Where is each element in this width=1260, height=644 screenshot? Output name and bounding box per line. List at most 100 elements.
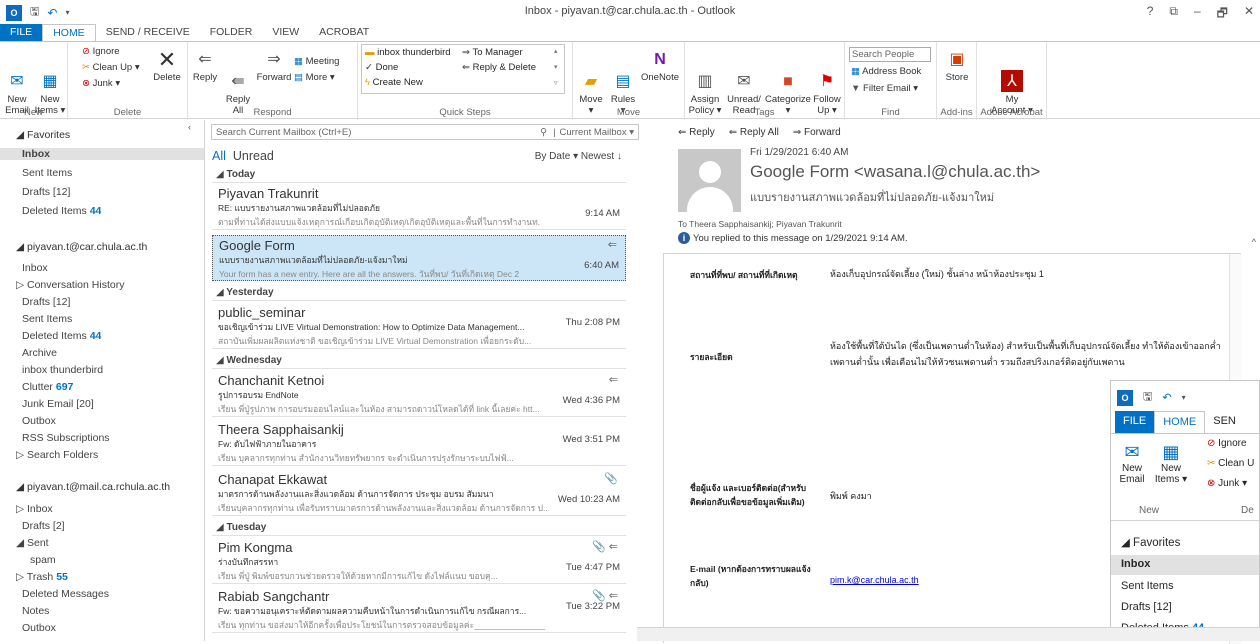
account2-drafts[interactable]: Drafts [2] bbox=[22, 520, 65, 532]
clean-up-button[interactable]: ✂ Clean Up ▾ bbox=[82, 62, 140, 73]
overlay-junk-button[interactable]: ⊗ Junk ▾ bbox=[1207, 478, 1247, 489]
favorites-header[interactable]: ◢ Favorites bbox=[16, 129, 70, 141]
account1-rss-subscriptions[interactable]: RSS Subscriptions bbox=[22, 432, 110, 444]
account1-header[interactable]: ◢ piyavan.t@car.chula.ac.th bbox=[16, 241, 147, 253]
quick-step-done[interactable]: ✓ Done bbox=[365, 62, 398, 73]
message-item[interactable]: Pim Kongma ร่างบันทึกสรรหา เรียน พี่ปู่ … bbox=[212, 538, 626, 584]
onenote-button[interactable]: N OneNote bbox=[639, 48, 681, 83]
search-people-input[interactable]: Search People bbox=[849, 47, 931, 62]
gallery-up-icon[interactable]: ▴ bbox=[554, 47, 558, 55]
minimize-button[interactable]: – bbox=[1194, 4, 1201, 25]
account1-junk-email[interactable]: Junk Email [20] bbox=[22, 398, 94, 410]
reply-all-link[interactable]: ⇐ Reply All bbox=[729, 127, 779, 138]
reply-link[interactable]: ⇐ Reply bbox=[678, 127, 715, 138]
tab-view[interactable]: VIEW bbox=[262, 24, 309, 42]
meeting-button[interactable]: ▦ Meeting bbox=[294, 56, 339, 67]
account1-archive[interactable]: Archive bbox=[22, 347, 57, 359]
group-header-today[interactable]: ◢ Today bbox=[212, 167, 626, 183]
account1-drafts[interactable]: Drafts [12] bbox=[22, 296, 70, 308]
tab-acrobat[interactable]: ACROBAT bbox=[309, 24, 379, 42]
message-from[interactable]: Google Form <wasana.l@chula.ac.th> bbox=[750, 162, 1040, 182]
more-respond-button[interactable]: ▤ More ▾ bbox=[294, 72, 335, 83]
overlay-tab-send[interactable]: SEN bbox=[1205, 411, 1244, 433]
reply-button[interactable]: ⇐ Reply bbox=[192, 48, 218, 83]
quick-step-reply-delete[interactable]: ⇐ Reply & Delete bbox=[462, 62, 536, 73]
account2-outbox[interactable]: Outbox bbox=[22, 622, 56, 634]
overlay-new-items-button[interactable]: ▦ New Items ▾ bbox=[1151, 442, 1191, 485]
overlay-ignore-button[interactable]: ⊘ Ignore bbox=[1207, 438, 1247, 449]
search-icon[interactable]: ⚲ bbox=[540, 127, 547, 138]
search-scope-dropdown[interactable]: ⚲ | Current Mailbox ▾ bbox=[540, 127, 634, 138]
account1-search-folders[interactable]: ▷ Search Folders bbox=[16, 449, 98, 461]
account1-inbox[interactable]: Inbox bbox=[22, 262, 48, 274]
restore-button[interactable]: 🗗 bbox=[1217, 4, 1228, 25]
overlay-favorites-drafts[interactable]: Drafts [12] bbox=[1121, 601, 1172, 613]
undo-icon[interactable]: ↶ bbox=[1162, 391, 1171, 404]
message-item[interactable]: Piyavan Trakunrit RE: แบบรายงานสภาพแวดล้… bbox=[212, 184, 626, 230]
tab-home[interactable]: HOME bbox=[42, 24, 96, 42]
filter-email-button[interactable]: ▼ Filter Email ▾ bbox=[851, 83, 918, 94]
account2-sent[interactable]: ◢ Sent bbox=[16, 537, 49, 549]
overlay-favorites-sent[interactable]: Sent Items bbox=[1121, 580, 1174, 592]
tab-send-receive[interactable]: SEND / RECEIVE bbox=[96, 24, 200, 42]
junk-button[interactable]: ⊗ Junk ▾ bbox=[82, 78, 120, 89]
email-link[interactable]: pim.k@car.chula.ac.th bbox=[830, 575, 919, 585]
favorites-sent-items[interactable]: Sent Items bbox=[22, 167, 72, 179]
quick-step-to-manager[interactable]: ⇒ To Manager bbox=[462, 47, 523, 58]
customize-toolbar-icon[interactable]: ▾ bbox=[1182, 393, 1186, 402]
message-item[interactable]: Chanchanit Ketnoi รูปการอบรม EndNote เรี… bbox=[212, 371, 626, 417]
account2-inbox[interactable]: ▷ Inbox bbox=[16, 503, 53, 515]
collapse-pane-icon[interactable]: ‹ bbox=[188, 122, 191, 132]
help-button[interactable]: ? bbox=[1147, 4, 1154, 25]
account1-sent-items[interactable]: Sent Items bbox=[22, 313, 72, 325]
group-header-wednesday[interactable]: ◢ Wednesday bbox=[212, 353, 626, 369]
account2-deleted-messages[interactable]: Deleted Messages bbox=[22, 588, 109, 600]
horizontal-scrollbar[interactable] bbox=[637, 627, 1260, 641]
ribbon-display-button[interactable]: ⧉ bbox=[1169, 4, 1178, 25]
tab-folder[interactable]: FOLDER bbox=[200, 24, 263, 42]
message-item[interactable]: Theera Sapphaisankij Fw: ดับไฟฟ้าภายในอา… bbox=[212, 420, 626, 466]
expand-header-icon[interactable]: ^ bbox=[1252, 237, 1256, 247]
favorites-drafts[interactable]: Drafts [12] bbox=[22, 186, 70, 198]
account1-inbox-thunderbird[interactable]: inbox thunderbird bbox=[22, 364, 103, 376]
sort-dropdown[interactable]: By Date ▾ Newest ↓ bbox=[535, 151, 622, 162]
account1-deleted-items[interactable]: Deleted Items 44 bbox=[22, 330, 101, 342]
account1-outbox[interactable]: Outbox bbox=[22, 415, 56, 427]
message-item[interactable]: Chanapat Ekkawat มาตรการด้านพลังงานและสิ… bbox=[212, 470, 626, 516]
address-book-button[interactable]: ▦ Address Book bbox=[851, 66, 921, 77]
forward-link[interactable]: ⇒ Forward bbox=[793, 127, 841, 138]
tab-file[interactable]: FILE bbox=[0, 24, 43, 42]
account1-conversation-history[interactable]: ▷ Conversation History bbox=[16, 279, 124, 291]
account1-clutter[interactable]: Clutter 697 bbox=[22, 381, 73, 393]
quick-step-create-new[interactable]: ϟ Create New bbox=[365, 77, 423, 88]
overlay-clean-up-button[interactable]: ✂ Clean U bbox=[1207, 458, 1254, 469]
group-header-yesterday[interactable]: ◢ Yesterday bbox=[212, 285, 626, 301]
filter-unread[interactable]: Unread bbox=[233, 149, 274, 163]
ignore-button[interactable]: ⊘ Ignore bbox=[82, 46, 120, 57]
overlay-tab-home[interactable]: HOME bbox=[1154, 411, 1206, 433]
forward-button[interactable]: ⇒ Forward bbox=[256, 48, 292, 83]
message-item[interactable]: Rabiab Sangchantr Fw: ขอความอนุเคราะห์ตั… bbox=[212, 587, 626, 633]
account2-spam[interactable]: spam bbox=[30, 554, 56, 566]
save-icon[interactable]: 🖫 bbox=[1143, 388, 1152, 407]
overlay-tab-file[interactable]: FILE bbox=[1115, 411, 1155, 433]
store-button[interactable]: ▣ Store bbox=[941, 48, 973, 83]
delete-button[interactable]: ✕ Delete bbox=[150, 48, 184, 83]
account2-header[interactable]: ◢ piyavan.t@mail.ca.rchula.ac.th bbox=[16, 481, 170, 493]
gallery-down-icon[interactable]: ▾ bbox=[554, 63, 558, 71]
favorites-inbox[interactable]: Inbox bbox=[0, 148, 204, 160]
overlay-new-email-button[interactable]: ✉ New Email bbox=[1115, 442, 1149, 485]
search-mailbox-input[interactable]: Search Current Mailbox (Ctrl+E) ⚲ | Curren… bbox=[211, 124, 639, 140]
quick-step-inbox-thunderbird[interactable]: ▬ inbox thunderbird bbox=[365, 47, 451, 58]
account2-trash[interactable]: ▷ Trash 55 bbox=[16, 571, 68, 583]
message-item-selected[interactable]: Google Form แบบรายงานสภาพแวดล้อมที่ไม่ปล… bbox=[212, 235, 626, 281]
overlay-favorites-inbox[interactable]: Inbox bbox=[1111, 555, 1259, 575]
filter-all[interactable]: All bbox=[212, 149, 226, 163]
overlay-favorites-header[interactable]: ◢ Favorites bbox=[1121, 535, 1180, 549]
account2-notes[interactable]: Notes bbox=[22, 605, 49, 617]
message-item[interactable]: public_seminar ขอเชิญเข้าร่วม LIVE Virtu… bbox=[212, 303, 626, 349]
gallery-more-icon[interactable]: ▿ bbox=[554, 79, 558, 87]
group-header-tuesday[interactable]: ◢ Tuesday bbox=[212, 520, 626, 536]
favorites-deleted-items[interactable]: Deleted Items 44 bbox=[22, 205, 101, 217]
close-button[interactable]: ✕ bbox=[1244, 4, 1254, 25]
